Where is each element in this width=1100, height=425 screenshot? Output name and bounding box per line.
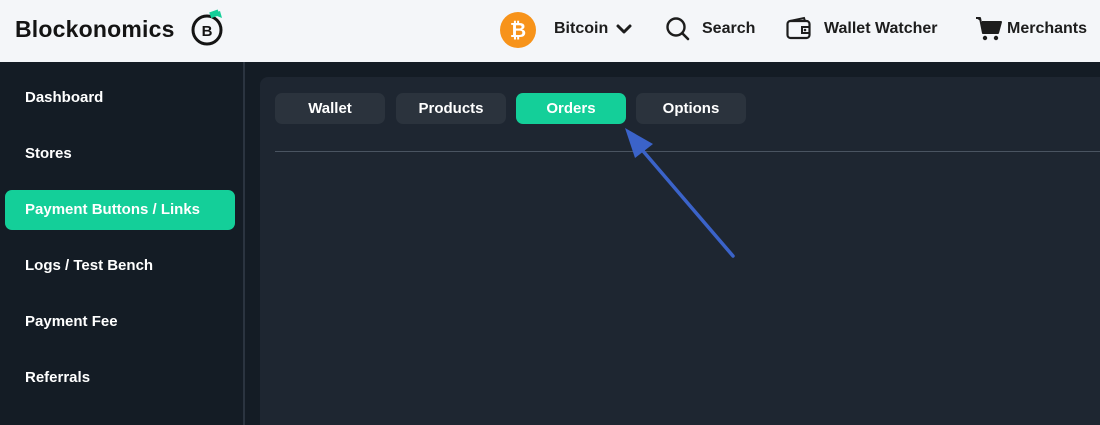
nav-merchants-label: Merchants	[1007, 20, 1088, 37]
nav-search[interactable]: Search	[664, 14, 755, 44]
sidebar-item-logs-test-bench[interactable]: Logs / Test Bench	[5, 246, 235, 286]
tab-options[interactable]: Options	[636, 93, 746, 124]
sidebar-item-payment-fee[interactable]: Payment Fee	[5, 302, 235, 342]
bitcoin-symbol: ₿	[510, 18, 526, 42]
sidebar-item-dashboard[interactable]: Dashboard	[5, 78, 235, 118]
brand-name[interactable]: Blockonomics	[15, 15, 175, 43]
sidebar-item-stores[interactable]: Stores	[5, 134, 235, 174]
top-header: Blockonomics B ₿ Bitcoin Search Wallet W…	[0, 0, 1100, 62]
logo-badge-letter: B	[202, 23, 213, 40]
nav-search-label: Search	[702, 20, 756, 37]
currency-label: Bitcoin	[554, 20, 609, 37]
tab-wallet[interactable]: Wallet	[275, 93, 385, 124]
nav-wallet-watcher-label: Wallet Watcher	[824, 20, 938, 37]
tab-products[interactable]: Products	[396, 93, 506, 124]
tab-orders[interactable]: Orders	[516, 93, 626, 124]
nav-wallet-watcher[interactable]: Wallet Watcher	[785, 14, 938, 44]
sidebar: Dashboard Stores Payment Buttons / Links…	[0, 62, 245, 425]
currency-selector[interactable]: Bitcoin	[554, 14, 634, 44]
tab-divider	[275, 151, 1100, 152]
shopping-cart-icon	[976, 17, 1002, 41]
main-panel: Wallet Products Orders Options	[260, 77, 1100, 425]
sidebar-item-referrals[interactable]: Referrals	[5, 358, 235, 398]
search-icon	[666, 17, 690, 41]
nav-merchants[interactable]: Merchants	[975, 14, 1087, 44]
wallet-icon	[786, 16, 811, 40]
blockonomics-logo-icon[interactable]: B	[190, 8, 226, 48]
sidebar-item-payment-buttons-links[interactable]: Payment Buttons / Links	[5, 190, 235, 230]
bitcoin-coin-icon[interactable]: ₿	[500, 12, 536, 48]
chevron-down-icon	[616, 24, 632, 34]
